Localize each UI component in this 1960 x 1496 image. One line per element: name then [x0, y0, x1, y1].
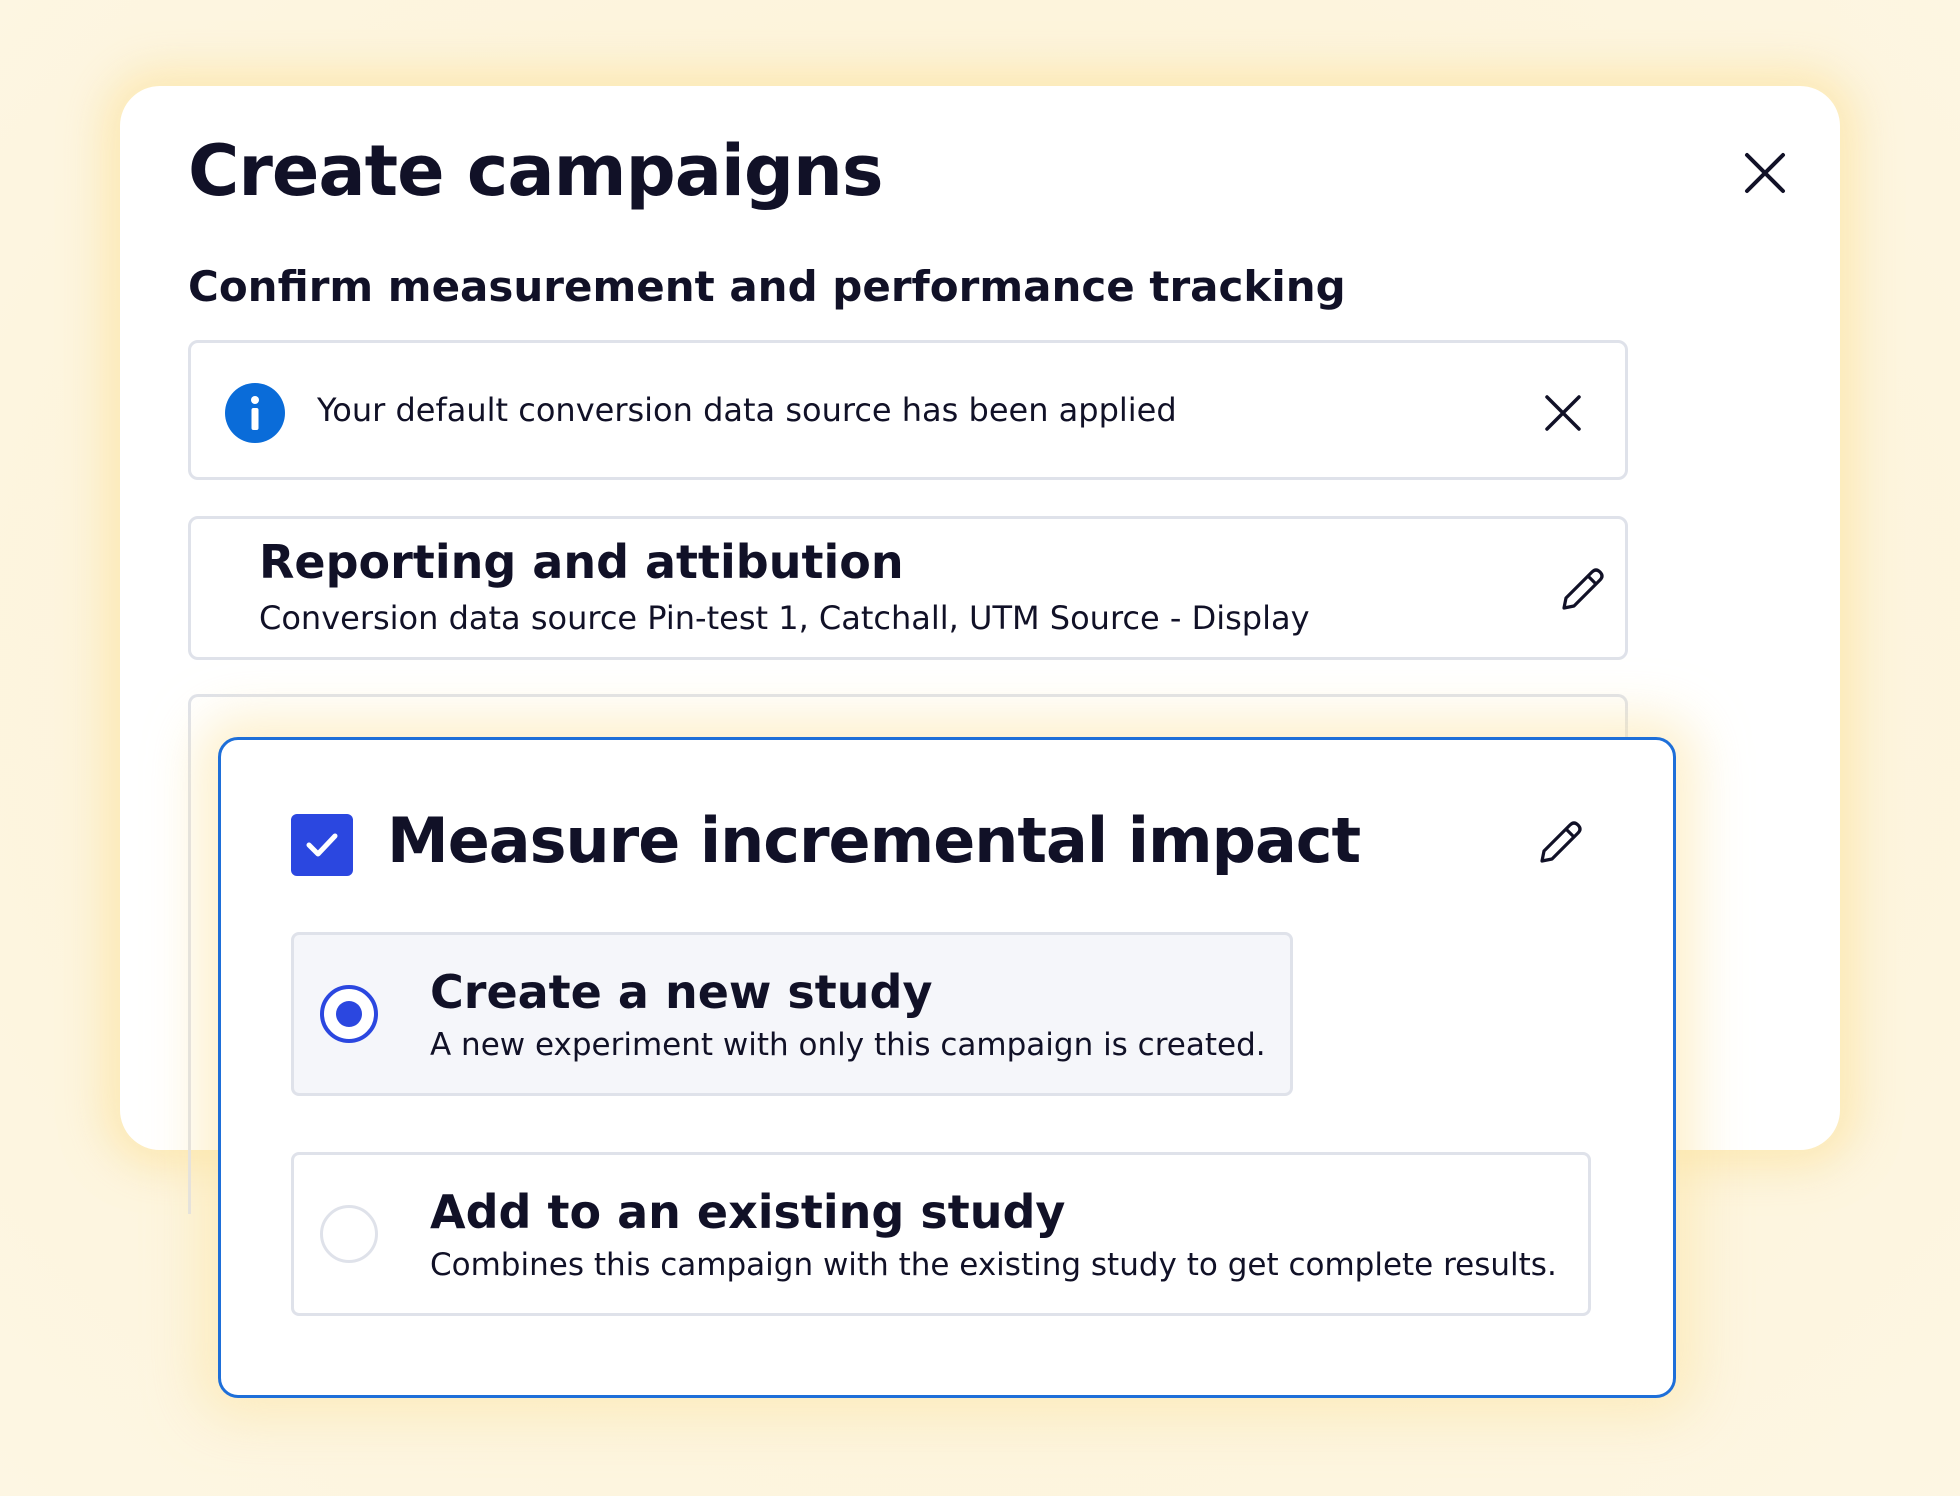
option-description: A new experiment with only this campaign…: [430, 1027, 1266, 1063]
info-icon: [225, 383, 285, 443]
option-title: Add to an existing study: [430, 1185, 1066, 1239]
close-icon: [1745, 153, 1785, 193]
reporting-edit-button[interactable]: [1551, 557, 1615, 621]
option-add-existing-study[interactable]: Add to an existing study Combines this c…: [291, 1152, 1591, 1316]
page-title: Create campaigns: [188, 130, 884, 212]
pencil-icon: [1540, 821, 1582, 863]
option-title: Create a new study: [430, 965, 933, 1019]
option-create-new-study[interactable]: Create a new study A new experiment with…: [291, 932, 1293, 1096]
measure-incremental-impact-card: Measure incremental impact Create a new …: [218, 737, 1676, 1398]
radio-selected-dot: [336, 1001, 362, 1027]
banner-close-button[interactable]: [1531, 381, 1595, 445]
radio-add-existing-study[interactable]: [320, 1205, 378, 1263]
close-icon: [1545, 395, 1581, 431]
radio-create-new-study[interactable]: [320, 985, 378, 1043]
info-banner-text: Your default conversion data source has …: [317, 391, 1177, 429]
measure-impact-checkbox[interactable]: [291, 814, 353, 876]
pencil-icon: [1562, 568, 1604, 610]
reporting-attribution-card: Reporting and attibution Conversion data…: [188, 516, 1628, 660]
dialog-close-button[interactable]: [1730, 138, 1800, 208]
reporting-title: Reporting and attibution: [259, 535, 904, 589]
measure-impact-title: Measure incremental impact: [387, 804, 1361, 877]
info-banner: Your default conversion data source has …: [188, 340, 1628, 480]
reporting-description: Conversion data source Pin-test 1, Catch…: [259, 599, 1310, 637]
option-description: Combines this campaign with the existing…: [430, 1247, 1557, 1283]
measure-impact-edit-button[interactable]: [1529, 810, 1593, 874]
section-title: Confirm measurement and performance trac…: [188, 262, 1346, 311]
check-icon: [306, 833, 338, 857]
